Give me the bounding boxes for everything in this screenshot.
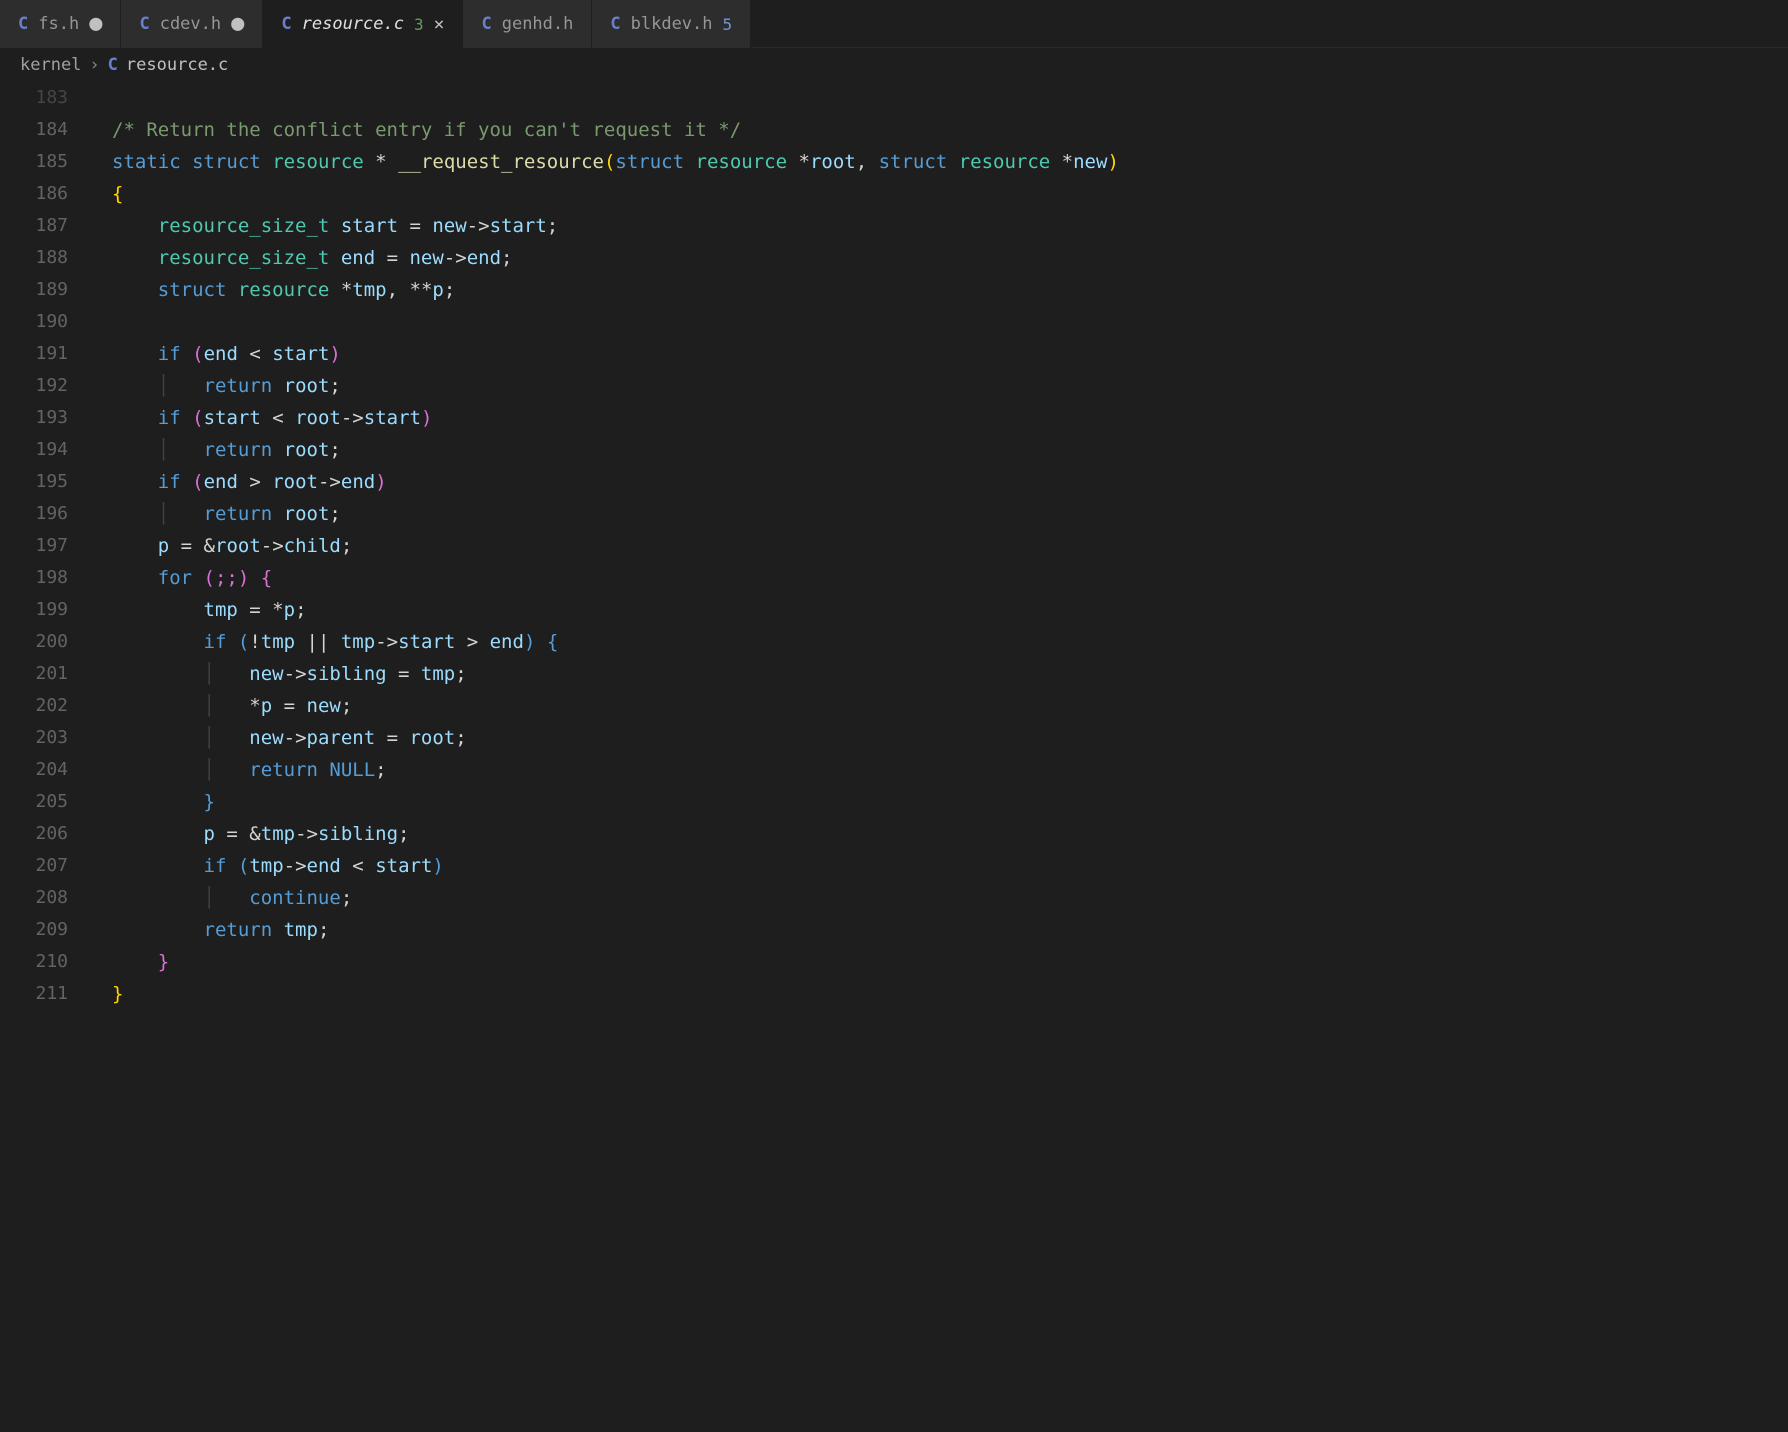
line-number: 210 bbox=[0, 946, 68, 978]
code-area[interactable]: /* Return the conflict entry if you can'… bbox=[92, 82, 1788, 1010]
code-line: } bbox=[112, 786, 1788, 818]
code-line: if (tmp->end < start) bbox=[112, 850, 1788, 882]
code-line: static struct resource * __request_resou… bbox=[112, 146, 1788, 178]
tab-label: resource.c bbox=[302, 14, 404, 34]
code-line: resource_size_t start = new->start; bbox=[112, 210, 1788, 242]
code-line: │ return root; bbox=[112, 434, 1788, 466]
code-line: if (end < start) bbox=[112, 338, 1788, 370]
line-number: 204 bbox=[0, 754, 68, 786]
line-number: 200 bbox=[0, 626, 68, 658]
code-line: resource_size_t end = new->end; bbox=[112, 242, 1788, 274]
code-line: │ *p = new; bbox=[112, 690, 1788, 722]
line-number: 196 bbox=[0, 498, 68, 530]
c-file-icon: C bbox=[108, 55, 118, 75]
line-number: 197 bbox=[0, 530, 68, 562]
code-line: /* Return the conflict entry if you can'… bbox=[112, 114, 1788, 146]
c-file-icon: C bbox=[610, 14, 620, 34]
line-number: 202 bbox=[0, 690, 68, 722]
tab-fs-h[interactable]: C fs.h ● bbox=[0, 0, 121, 48]
chevron-right-icon: › bbox=[89, 55, 99, 75]
code-line: │ continue; bbox=[112, 882, 1788, 914]
line-number: 207 bbox=[0, 850, 68, 882]
c-file-icon: C bbox=[139, 14, 149, 34]
code-line: if (start < root->start) bbox=[112, 402, 1788, 434]
line-number: 186 bbox=[0, 178, 68, 210]
close-icon[interactable]: × bbox=[434, 14, 445, 35]
modified-dot-icon: ● bbox=[89, 13, 102, 35]
line-number: 198 bbox=[0, 562, 68, 594]
tab-label: genhd.h bbox=[502, 14, 574, 34]
code-line: p = &tmp->sibling; bbox=[112, 818, 1788, 850]
git-badge: 5 bbox=[723, 15, 733, 34]
tab-label: fs.h bbox=[38, 14, 79, 34]
line-number: 188 bbox=[0, 242, 68, 274]
line-number: 183 bbox=[0, 82, 68, 114]
line-number: 187 bbox=[0, 210, 68, 242]
line-number: 199 bbox=[0, 594, 68, 626]
c-file-icon: C bbox=[281, 14, 291, 34]
breadcrumb[interactable]: kernel › C resource.c bbox=[0, 48, 1788, 82]
code-line: │ return NULL; bbox=[112, 754, 1788, 786]
c-file-icon: C bbox=[18, 14, 28, 34]
tab-blkdev-h[interactable]: C blkdev.h 5 bbox=[592, 0, 751, 48]
code-line: struct resource *tmp, **p; bbox=[112, 274, 1788, 306]
code-line bbox=[112, 82, 1788, 114]
tab-resource-c[interactable]: C resource.c 3 × bbox=[263, 0, 463, 48]
line-number: 203 bbox=[0, 722, 68, 754]
code-line: │ new->sibling = tmp; bbox=[112, 658, 1788, 690]
breadcrumb-file: resource.c bbox=[126, 55, 228, 75]
line-number: 209 bbox=[0, 914, 68, 946]
tab-cdev-h[interactable]: C cdev.h ● bbox=[121, 0, 263, 48]
breadcrumb-folder: kernel bbox=[20, 55, 81, 75]
line-number: 208 bbox=[0, 882, 68, 914]
line-number: 191 bbox=[0, 338, 68, 370]
line-number: 211 bbox=[0, 978, 68, 1010]
code-line: return tmp; bbox=[112, 914, 1788, 946]
line-number: 195 bbox=[0, 466, 68, 498]
code-line: if (!tmp || tmp->start > end) { bbox=[112, 626, 1788, 658]
line-number: 184 bbox=[0, 114, 68, 146]
code-line: { bbox=[112, 178, 1788, 210]
code-line: if (end > root->end) bbox=[112, 466, 1788, 498]
code-line bbox=[112, 306, 1788, 338]
git-badge: 3 bbox=[414, 15, 424, 34]
code-line: for (;;) { bbox=[112, 562, 1788, 594]
tab-label: cdev.h bbox=[160, 14, 221, 34]
code-line: │ return root; bbox=[112, 498, 1788, 530]
code-line: p = &root->child; bbox=[112, 530, 1788, 562]
line-number: 193 bbox=[0, 402, 68, 434]
code-editor[interactable]: 183 184 185 186 187 188 189 190 191 192 … bbox=[0, 82, 1788, 1010]
code-line: } bbox=[112, 946, 1788, 978]
line-number: 192 bbox=[0, 370, 68, 402]
code-line: │ return root; bbox=[112, 370, 1788, 402]
modified-dot-icon: ● bbox=[231, 13, 244, 35]
line-number: 205 bbox=[0, 786, 68, 818]
tab-bar: C fs.h ● C cdev.h ● C resource.c 3 × C g… bbox=[0, 0, 1788, 48]
line-number: 206 bbox=[0, 818, 68, 850]
line-number: 190 bbox=[0, 306, 68, 338]
tab-genhd-h[interactable]: C genhd.h bbox=[463, 0, 592, 48]
code-line: tmp = *p; bbox=[112, 594, 1788, 626]
line-number-gutter: 183 184 185 186 187 188 189 190 191 192 … bbox=[0, 82, 92, 1010]
c-file-icon: C bbox=[481, 14, 491, 34]
line-number: 189 bbox=[0, 274, 68, 306]
tab-label: blkdev.h bbox=[631, 14, 713, 34]
line-number: 201 bbox=[0, 658, 68, 690]
line-number: 194 bbox=[0, 434, 68, 466]
code-line: } bbox=[112, 978, 1788, 1010]
line-number: 185 bbox=[0, 146, 68, 178]
code-line: │ new->parent = root; bbox=[112, 722, 1788, 754]
